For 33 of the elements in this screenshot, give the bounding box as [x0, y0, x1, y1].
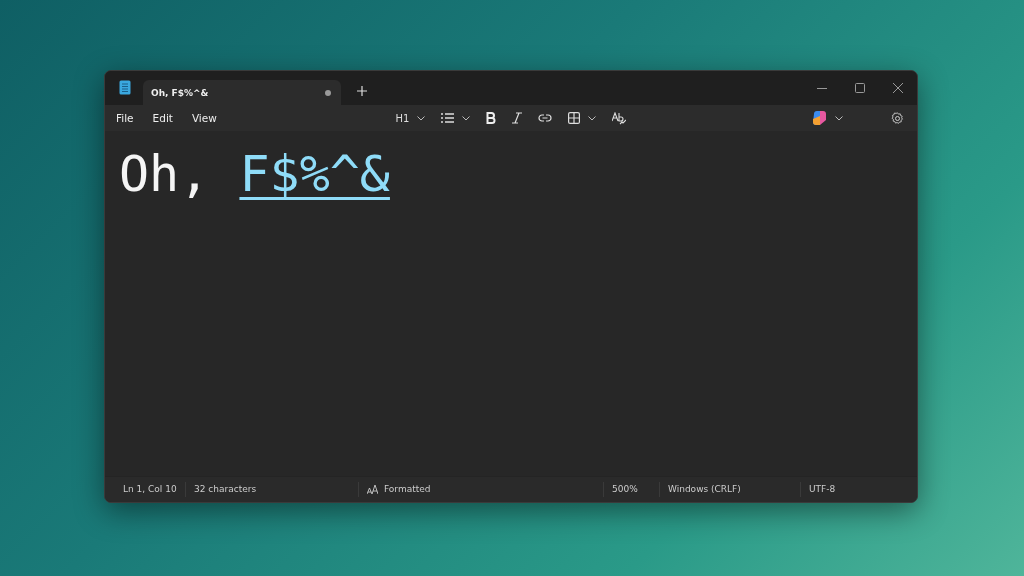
new-tab-icon[interactable] [357, 86, 367, 96]
chevron-down-icon [417, 115, 426, 121]
document-tab[interactable]: Oh, F$%^& [143, 80, 341, 105]
link-icon[interactable] [538, 114, 553, 122]
formatting-icon [367, 485, 378, 494]
menu-item[interactable]: Edit [152, 112, 173, 124]
table-icon [568, 112, 581, 124]
bold-icon[interactable] [486, 112, 497, 124]
notepad-icon [119, 80, 131, 95]
document-link[interactable]: F$%^& [239, 145, 390, 203]
italic-icon[interactable] [512, 112, 523, 124]
chevron-down-icon [462, 115, 471, 121]
list-dropdown[interactable] [441, 113, 471, 123]
formatting-mode[interactable]: Formatted [384, 482, 431, 497]
chevron-down-icon [588, 115, 597, 121]
cursor-position: Ln 1, Col 10 [122, 483, 178, 496]
heading-dropdown[interactable]: H1 [395, 112, 426, 124]
menu-item[interactable]: File [116, 112, 134, 124]
close-icon[interactable] [893, 83, 903, 93]
maximize-icon[interactable] [855, 83, 865, 93]
encoding[interactable]: UTF-8 [800, 482, 917, 497]
line-ending[interactable]: Windows (CRLF) [659, 482, 800, 497]
table-dropdown[interactable] [568, 112, 597, 124]
list-icon [441, 113, 455, 123]
zoom-level[interactable]: 500% [603, 482, 659, 497]
document-text: Oh, F$%^& [119, 147, 391, 202]
spellcheck-icon[interactable] [612, 111, 627, 125]
character-count: 32 characters [185, 482, 358, 497]
tab-title: Oh, F$%^& [151, 87, 210, 98]
chevron-down-icon[interactable] [835, 115, 843, 121]
minimize-icon[interactable] [817, 87, 827, 89]
menu-item[interactable]: View [191, 112, 217, 124]
settings-icon[interactable] [891, 111, 904, 125]
